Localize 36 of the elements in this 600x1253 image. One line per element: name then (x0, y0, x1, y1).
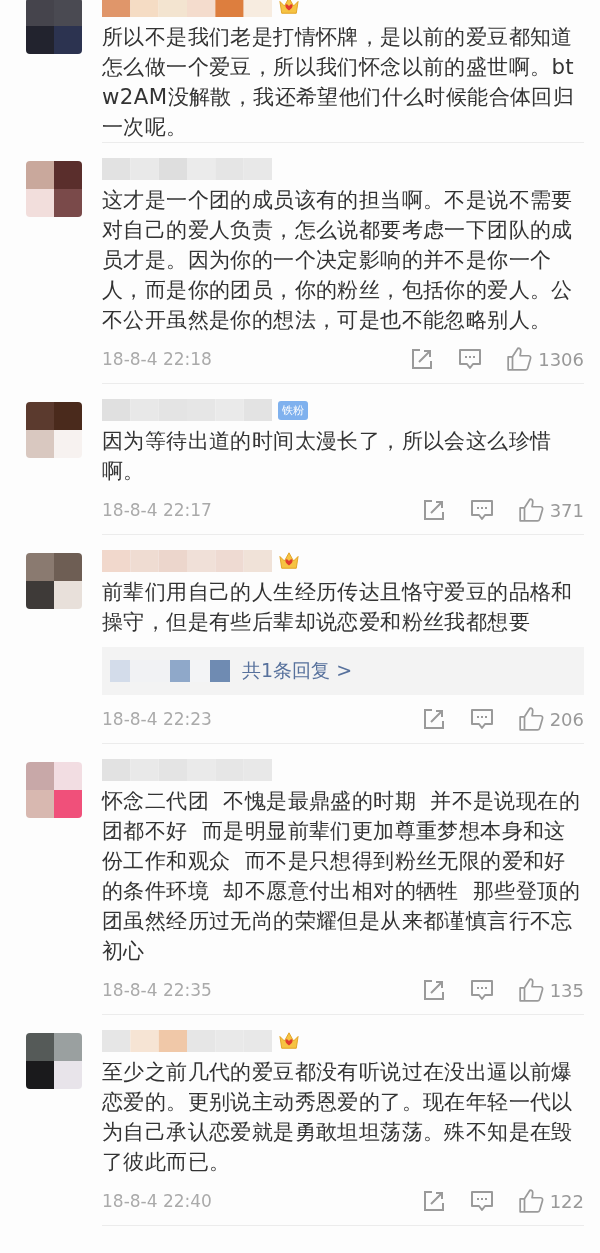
share-icon[interactable] (421, 707, 446, 731)
reply-count-link[interactable]: 共1条回复 > (242, 658, 353, 684)
comment-icon[interactable] (469, 707, 494, 731)
comment-text: 因为等待出道的时间太漫长了，所以会这么珍惜啊。 (102, 427, 553, 485)
comment-text: 所以不是我们老是打情怀牌，是以前的爱豆都知道怎么做一个爱豆，所以我们怀念以前的盛世啊。btw2AM没解散，我还希望他们什么时候能合体回归一次呢。 (102, 23, 576, 141)
like-button[interactable]: 206 (517, 706, 584, 732)
share-icon[interactable] (410, 347, 435, 371)
timestamp: 18-8-4 22:23 (102, 709, 212, 729)
thumbs-up-icon (517, 497, 544, 523)
timestamp: 18-8-4 22:35 (102, 980, 212, 1000)
comment-icon[interactable] (469, 978, 494, 1002)
thumbs-up-icon (517, 977, 544, 1003)
thumbs-up-icon (506, 346, 533, 372)
comment-text: 怀念二代团 不愧是最鼎盛的时期 并不是说现在的团都不好 而是明显前辈们更加尊重梦想本身和这份工作和观众 而不是只想得到粉丝无限的爱和好的条件环境 却不愿意付出相对的牺牲 那些登顶的团虽然经历过无尚的荣耀但是从来都谨慎言行不忘初心 (102, 787, 582, 965)
crown-icon (278, 551, 300, 571)
comment-text: 前辈们用自己的人生经历传达且恪守爱豆的品格和操守，但是有些后辈却说恋爱和粉丝我都想要 (102, 578, 574, 636)
timestamp: 18-8-4 22:18 (102, 349, 212, 369)
like-button[interactable]: 135 (517, 977, 584, 1003)
crown-icon (278, 0, 300, 16)
timestamp: 18-8-4 22:40 (102, 1191, 212, 1211)
share-icon[interactable] (421, 498, 446, 522)
share-icon[interactable] (421, 978, 446, 1002)
timestamp: 18-8-4 22:17 (102, 500, 212, 520)
crown-icon (278, 1031, 300, 1051)
comment-icon[interactable] (469, 498, 494, 522)
like-button[interactable]: 122 (517, 1188, 584, 1214)
comment-text: 这才是一个团的成员该有的担当啊。不是说不需要对自己的爱人负责，怎么说都要考虑一下团队的成员才是。因为你的一个决定影响的并不是你一个人，而是你的团员，你的粉丝，包括你的爱人。公不公开虽然是你的想法，可是也不能忽略别人。 (102, 186, 574, 334)
comment-icon[interactable] (469, 1189, 494, 1213)
thumbs-up-icon (517, 706, 544, 732)
comment-icon[interactable] (458, 347, 483, 371)
share-icon[interactable] (421, 1189, 446, 1213)
comment-text: 至少之前几代的爱豆都没有听说过在没出逼以前爆恋爱的。更别说主动秀恩爱的了。现在年轻一代以为自己承认恋爱就是勇敢坦坦荡荡。殊不知是在毁了彼此而已。 (102, 1058, 574, 1176)
like-button[interactable]: 1306 (506, 346, 584, 372)
thumbs-up-icon (517, 1188, 544, 1214)
like-button[interactable]: 371 (517, 497, 584, 523)
fan-badge: 铁粉 (278, 400, 308, 420)
